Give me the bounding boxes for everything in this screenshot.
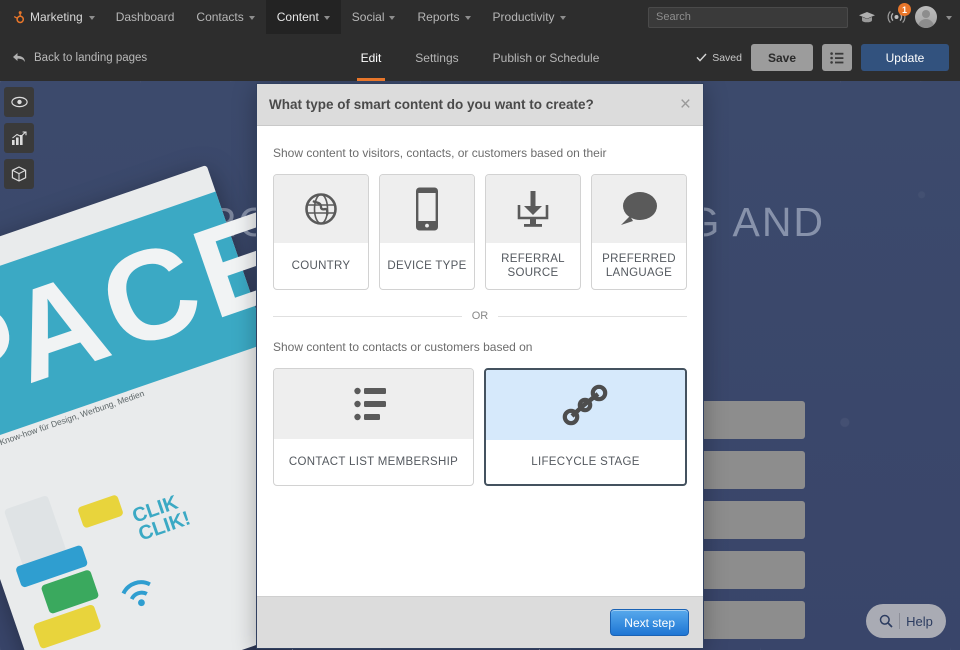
- modal-footer: Next step: [257, 596, 703, 648]
- chevron-down-icon[interactable]: [946, 15, 952, 20]
- search-input[interactable]: [648, 6, 848, 28]
- avatar[interactable]: [915, 6, 937, 28]
- tab-label: Publish or Schedule: [492, 50, 600, 65]
- tab-label: Edit: [360, 50, 382, 65]
- criteria-row-contacts: CONTACT LIST MEMBERSHIP LIFECYCLE STAGE: [273, 368, 687, 486]
- option-card-contact-list-membership[interactable]: CONTACT LIST MEMBERSHIP: [273, 368, 474, 486]
- chevron-down-icon: [559, 15, 566, 20]
- option-card-preferred-language[interactable]: PREFERRED LANGUAGE: [591, 174, 687, 290]
- close-icon[interactable]: ×: [680, 95, 691, 114]
- option-label: REFERRAL SOURCE: [501, 252, 565, 279]
- chevron-down-icon: [464, 15, 471, 20]
- option-card-referral-source[interactable]: REFERRAL SOURCE: [485, 174, 581, 290]
- tab-label: Settings: [415, 50, 459, 65]
- editor-toolbar: Back to landing pages Edit Settings Publ…: [0, 34, 960, 81]
- nav-item-reports[interactable]: Reports: [406, 0, 481, 34]
- section-helper-visitors: Show content to visitors, contacts, or c…: [273, 146, 607, 160]
- globe-icon: [274, 175, 368, 243]
- saved-label: Saved: [712, 51, 742, 64]
- nav-item-productivity[interactable]: Productivity: [482, 0, 577, 34]
- broadcast-icon[interactable]: 1: [886, 3, 911, 27]
- nav-item-dashboard[interactable]: Dashboard: [105, 0, 186, 34]
- nav-label: Social: [351, 10, 385, 24]
- option-label: DEVICE TYPE: [387, 259, 467, 272]
- check-icon: [696, 53, 707, 62]
- tab-settings[interactable]: Settings: [415, 34, 458, 81]
- nav-item-contacts[interactable]: Contacts: [185, 0, 265, 34]
- notification-badge: 1: [898, 3, 911, 16]
- option-label: PREFERRED LANGUAGE: [602, 252, 676, 279]
- option-label: LIFECYCLE STAGE: [531, 455, 640, 468]
- modal-title: What type of smart content do you want t…: [269, 97, 594, 112]
- brand-marketing[interactable]: Marketing: [0, 0, 105, 34]
- option-label: CONTACT LIST MEMBERSHIP: [288, 455, 459, 468]
- revisions-list-button[interactable]: [822, 44, 852, 71]
- save-button[interactable]: Save: [751, 44, 813, 71]
- divider-or: OR: [273, 310, 687, 322]
- nav-label: Productivity: [492, 10, 555, 24]
- chevron-down-icon: [323, 15, 330, 20]
- status-badge-saved: Saved: [696, 52, 742, 64]
- section-helper-contacts: Show content to contacts or customers ba…: [273, 340, 533, 354]
- nav-item-social[interactable]: Social: [341, 0, 407, 34]
- speech-bubble-icon: [592, 175, 686, 243]
- download-icon: [486, 175, 580, 243]
- option-label: COUNTRY: [291, 259, 351, 272]
- nav-label: Content: [276, 10, 319, 24]
- hubspot-logo-icon: [10, 10, 25, 24]
- mobile-phone-icon: [380, 175, 474, 243]
- chevron-down-icon: [88, 15, 95, 20]
- modal-header: What type of smart content do you want t…: [257, 84, 703, 126]
- nav-label: Reports: [417, 10, 460, 24]
- or-label: OR: [471, 310, 489, 322]
- list-icon: [274, 369, 473, 439]
- tab-publish-or-schedule[interactable]: Publish or Schedule: [493, 34, 600, 81]
- criteria-row-visitor: COUNTRY DEVICE TYPE REFERRAL SOURCE PREF…: [273, 174, 687, 290]
- tab-edit[interactable]: Edit: [356, 34, 385, 81]
- next-step-button[interactable]: Next step: [610, 609, 689, 636]
- nav-label: Dashboard: [115, 10, 175, 24]
- chevron-down-icon: [389, 15, 396, 20]
- top-navigation-bar: Marketing Dashboard Contacts Content Soc…: [0, 0, 960, 34]
- list-icon: [830, 51, 844, 64]
- option-card-lifecycle-stage[interactable]: LIFECYCLE STAGE: [484, 368, 687, 486]
- modal-overlay: What type of smart content do you want t…: [0, 81, 960, 650]
- chevron-down-icon: [248, 15, 255, 20]
- brand-label: Marketing: [30, 10, 83, 24]
- modal-body: Show content to visitors, contacts, or c…: [257, 126, 703, 596]
- nav-label: Contacts: [196, 10, 244, 24]
- toolbar-actions: Saved Save Update: [696, 44, 960, 71]
- update-button[interactable]: Update: [861, 44, 949, 71]
- graduation-cap-icon[interactable]: [857, 7, 877, 27]
- option-card-device-type[interactable]: DEVICE TYPE: [379, 174, 475, 290]
- nav-item-content[interactable]: Content: [265, 0, 341, 34]
- nav-right-group: 1: [648, 3, 960, 28]
- option-card-country[interactable]: COUNTRY: [273, 174, 369, 290]
- smart-content-type-dialog: What type of smart content do you want t…: [256, 83, 704, 649]
- lifecycle-nodes-icon: [486, 370, 685, 440]
